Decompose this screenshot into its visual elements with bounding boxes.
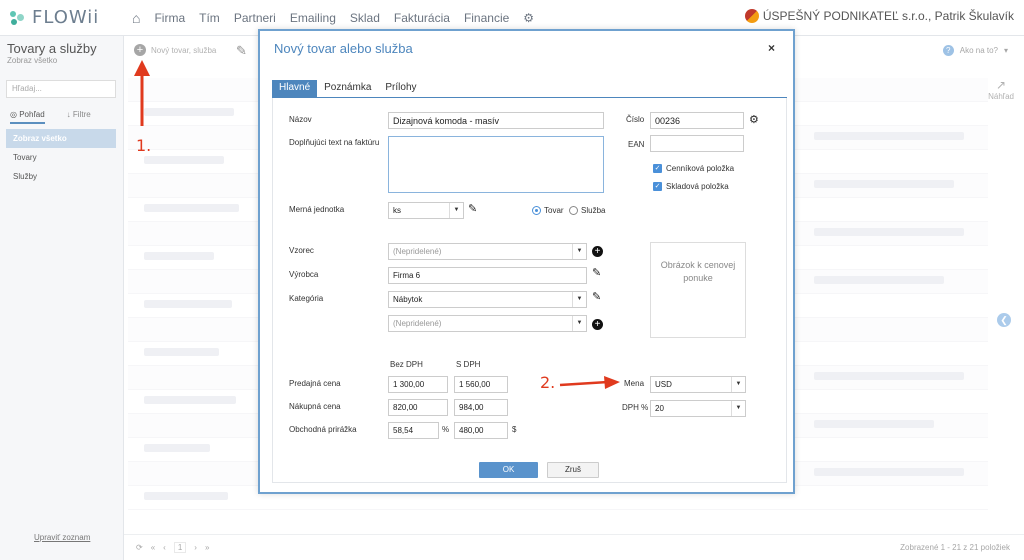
- nav-item-partneri[interactable]: Partneri: [234, 11, 276, 25]
- radio-service[interactable]: Služba: [569, 206, 605, 215]
- margin-percent-input[interactable]: 58,54: [388, 422, 439, 439]
- sidebar-item-goods[interactable]: Tovary: [6, 148, 116, 167]
- logo-icon: [8, 9, 26, 27]
- nav-item-tim[interactable]: Tím: [199, 11, 220, 25]
- template-label: Vzorec: [289, 246, 314, 255]
- gear-icon[interactable]: ⚙: [749, 113, 759, 126]
- ean-label: EAN: [628, 140, 645, 149]
- new-item-dialog: Nový tovar alebo služba × Hlavné Poznámk…: [258, 29, 795, 494]
- margin-label: Obchodná prirážka: [289, 425, 357, 434]
- edit-icon[interactable]: ✎: [592, 290, 601, 303]
- main-nav: ⌂ Firma Tím Partneri Emailing Sklad Fakt…: [132, 10, 534, 26]
- edit-list-link[interactable]: Upraviť zoznam: [34, 533, 90, 542]
- margin-amount-input[interactable]: 480,00: [454, 422, 508, 439]
- logo[interactable]: FLOWii: [8, 7, 99, 28]
- nav-item-financie[interactable]: Financie: [464, 11, 509, 25]
- chevron-down-icon: ▼: [449, 203, 463, 218]
- sale-price-gross-input[interactable]: 1 560,00: [454, 376, 508, 393]
- percent-sign: %: [442, 425, 450, 434]
- vat-label: DPH %: [622, 403, 649, 412]
- dialog-body: Názov Dizajnová komoda - masív Číslo 002…: [272, 98, 787, 483]
- logo-text: FLOWii: [32, 7, 100, 28]
- stock-item-checkbox[interactable]: ✓ Skladová položka: [653, 182, 729, 191]
- eye-icon: ◎: [10, 110, 20, 119]
- chevron-down-icon: ▼: [572, 292, 586, 307]
- company-name: ÚSPEŠNÝ PODNIKATEĽ s.r.o., Patrik Škulav…: [762, 9, 1014, 23]
- annotation-step-1: 1.: [136, 136, 152, 155]
- image-upload-box[interactable]: Obrázok k cenovej ponuke: [650, 242, 746, 338]
- category-select[interactable]: Nábytok ▼: [388, 291, 587, 308]
- purchase-price-net-input[interactable]: 820,00: [388, 399, 448, 416]
- col-with-vat: S DPH: [456, 360, 481, 369]
- cancel-button[interactable]: Zruš: [547, 462, 599, 478]
- chevron-down-icon: ▼: [572, 244, 586, 259]
- currency-label: Mena: [624, 379, 645, 388]
- manufacturer-label: Výrobca: [289, 270, 319, 279]
- nav-item-sklad[interactable]: Sklad: [350, 11, 380, 25]
- category-label: Kategória: [289, 294, 324, 303]
- radio-goods[interactable]: Tovar: [532, 206, 564, 215]
- vat-select[interactable]: 20 ▼: [650, 400, 746, 417]
- category2-select[interactable]: (Nepridelené) ▼: [388, 315, 587, 332]
- extra-text-label: Doplňujúci text na faktúru: [289, 138, 380, 147]
- annotation-step-2: 2.: [540, 373, 556, 392]
- tab-main[interactable]: Hlavné: [272, 80, 318, 98]
- purchase-price-gross-input[interactable]: 984,00: [454, 399, 508, 416]
- ean-input[interactable]: [650, 135, 744, 152]
- extra-text-textarea[interactable]: [388, 136, 604, 193]
- annotation-arrow-2: [559, 376, 620, 389]
- sidebar-item-all[interactable]: Zobraz všetko: [6, 129, 116, 148]
- page-subtitle: Zobraz všetko: [7, 56, 58, 65]
- unit-select[interactable]: ks ▼: [388, 202, 464, 219]
- company-logo-icon: [744, 9, 759, 23]
- tab-note[interactable]: Poznámka: [317, 80, 378, 98]
- ok-button[interactable]: OK: [479, 462, 538, 478]
- number-label: Číslo: [626, 115, 645, 124]
- sidebar: Tovary a služby Zobraz všetko Hľadaj... …: [0, 36, 124, 560]
- home-icon[interactable]: ⌂: [132, 10, 140, 26]
- template-select[interactable]: (Nepridelené) ▼: [388, 243, 587, 260]
- name-label: Názov: [289, 115, 312, 124]
- annotation-arrow-1: [134, 60, 150, 126]
- currency-select[interactable]: USD ▼: [650, 376, 746, 393]
- dialog-tabs: Hlavné Poznámka Prílohy: [272, 80, 787, 98]
- nav-item-fakturacia[interactable]: Fakturácia: [394, 11, 450, 25]
- add-category-icon[interactable]: +: [592, 319, 603, 330]
- page-title: Tovary a služby: [7, 41, 97, 56]
- chevron-down-icon: ▼: [731, 401, 745, 416]
- close-icon[interactable]: ×: [768, 41, 775, 55]
- currency-sign: $: [512, 425, 517, 434]
- radio-selected-icon: [532, 206, 541, 215]
- radio-empty-icon: [569, 206, 578, 215]
- sale-price-label: Predajná cena: [289, 379, 341, 388]
- sidebar-tabs: ◎ Pohľad ↓ Filtre: [10, 110, 91, 124]
- checkbox-checked-icon: ✓: [653, 182, 662, 191]
- edit-icon[interactable]: ✎: [468, 202, 477, 215]
- price-list-checkbox[interactable]: ✓ Cenníková položka: [653, 164, 734, 173]
- tab-view[interactable]: ◎ Pohľad: [10, 110, 45, 124]
- checkbox-checked-icon: ✓: [653, 164, 662, 173]
- tab-filters[interactable]: ↓ Filtre: [67, 110, 91, 124]
- chevron-down-icon: ▼: [731, 377, 745, 392]
- search-input[interactable]: Hľadaj...: [6, 80, 116, 98]
- purchase-price-label: Nákupná cena: [289, 402, 341, 411]
- unit-label: Merná jednotka: [289, 205, 345, 214]
- chevron-down-icon: ▼: [572, 316, 586, 331]
- manufacturer-input[interactable]: Firma 6: [388, 267, 587, 284]
- sidebar-item-services[interactable]: Služby: [6, 167, 116, 186]
- name-input[interactable]: Dizajnová komoda - masív: [388, 112, 604, 129]
- nav-item-emailing[interactable]: Emailing: [290, 11, 336, 25]
- dialog-title: Nový tovar alebo služba: [274, 41, 413, 56]
- number-input[interactable]: 00236: [650, 112, 744, 129]
- sale-price-net-input[interactable]: 1 300,00: [388, 376, 448, 393]
- edit-icon[interactable]: ✎: [592, 266, 601, 279]
- add-template-icon[interactable]: +: [592, 246, 603, 257]
- gear-icon[interactable]: ⚙: [523, 11, 534, 25]
- tab-attachments[interactable]: Prílohy: [378, 80, 423, 98]
- company-switcher[interactable]: ÚSPEŠNÝ PODNIKATEĽ s.r.o., Patrik Škulav…: [744, 9, 1014, 23]
- sidebar-list: Zobraz všetko Tovary Služby: [6, 129, 116, 186]
- col-without-vat: Bez DPH: [390, 360, 423, 369]
- nav-item-firma[interactable]: Firma: [154, 11, 185, 25]
